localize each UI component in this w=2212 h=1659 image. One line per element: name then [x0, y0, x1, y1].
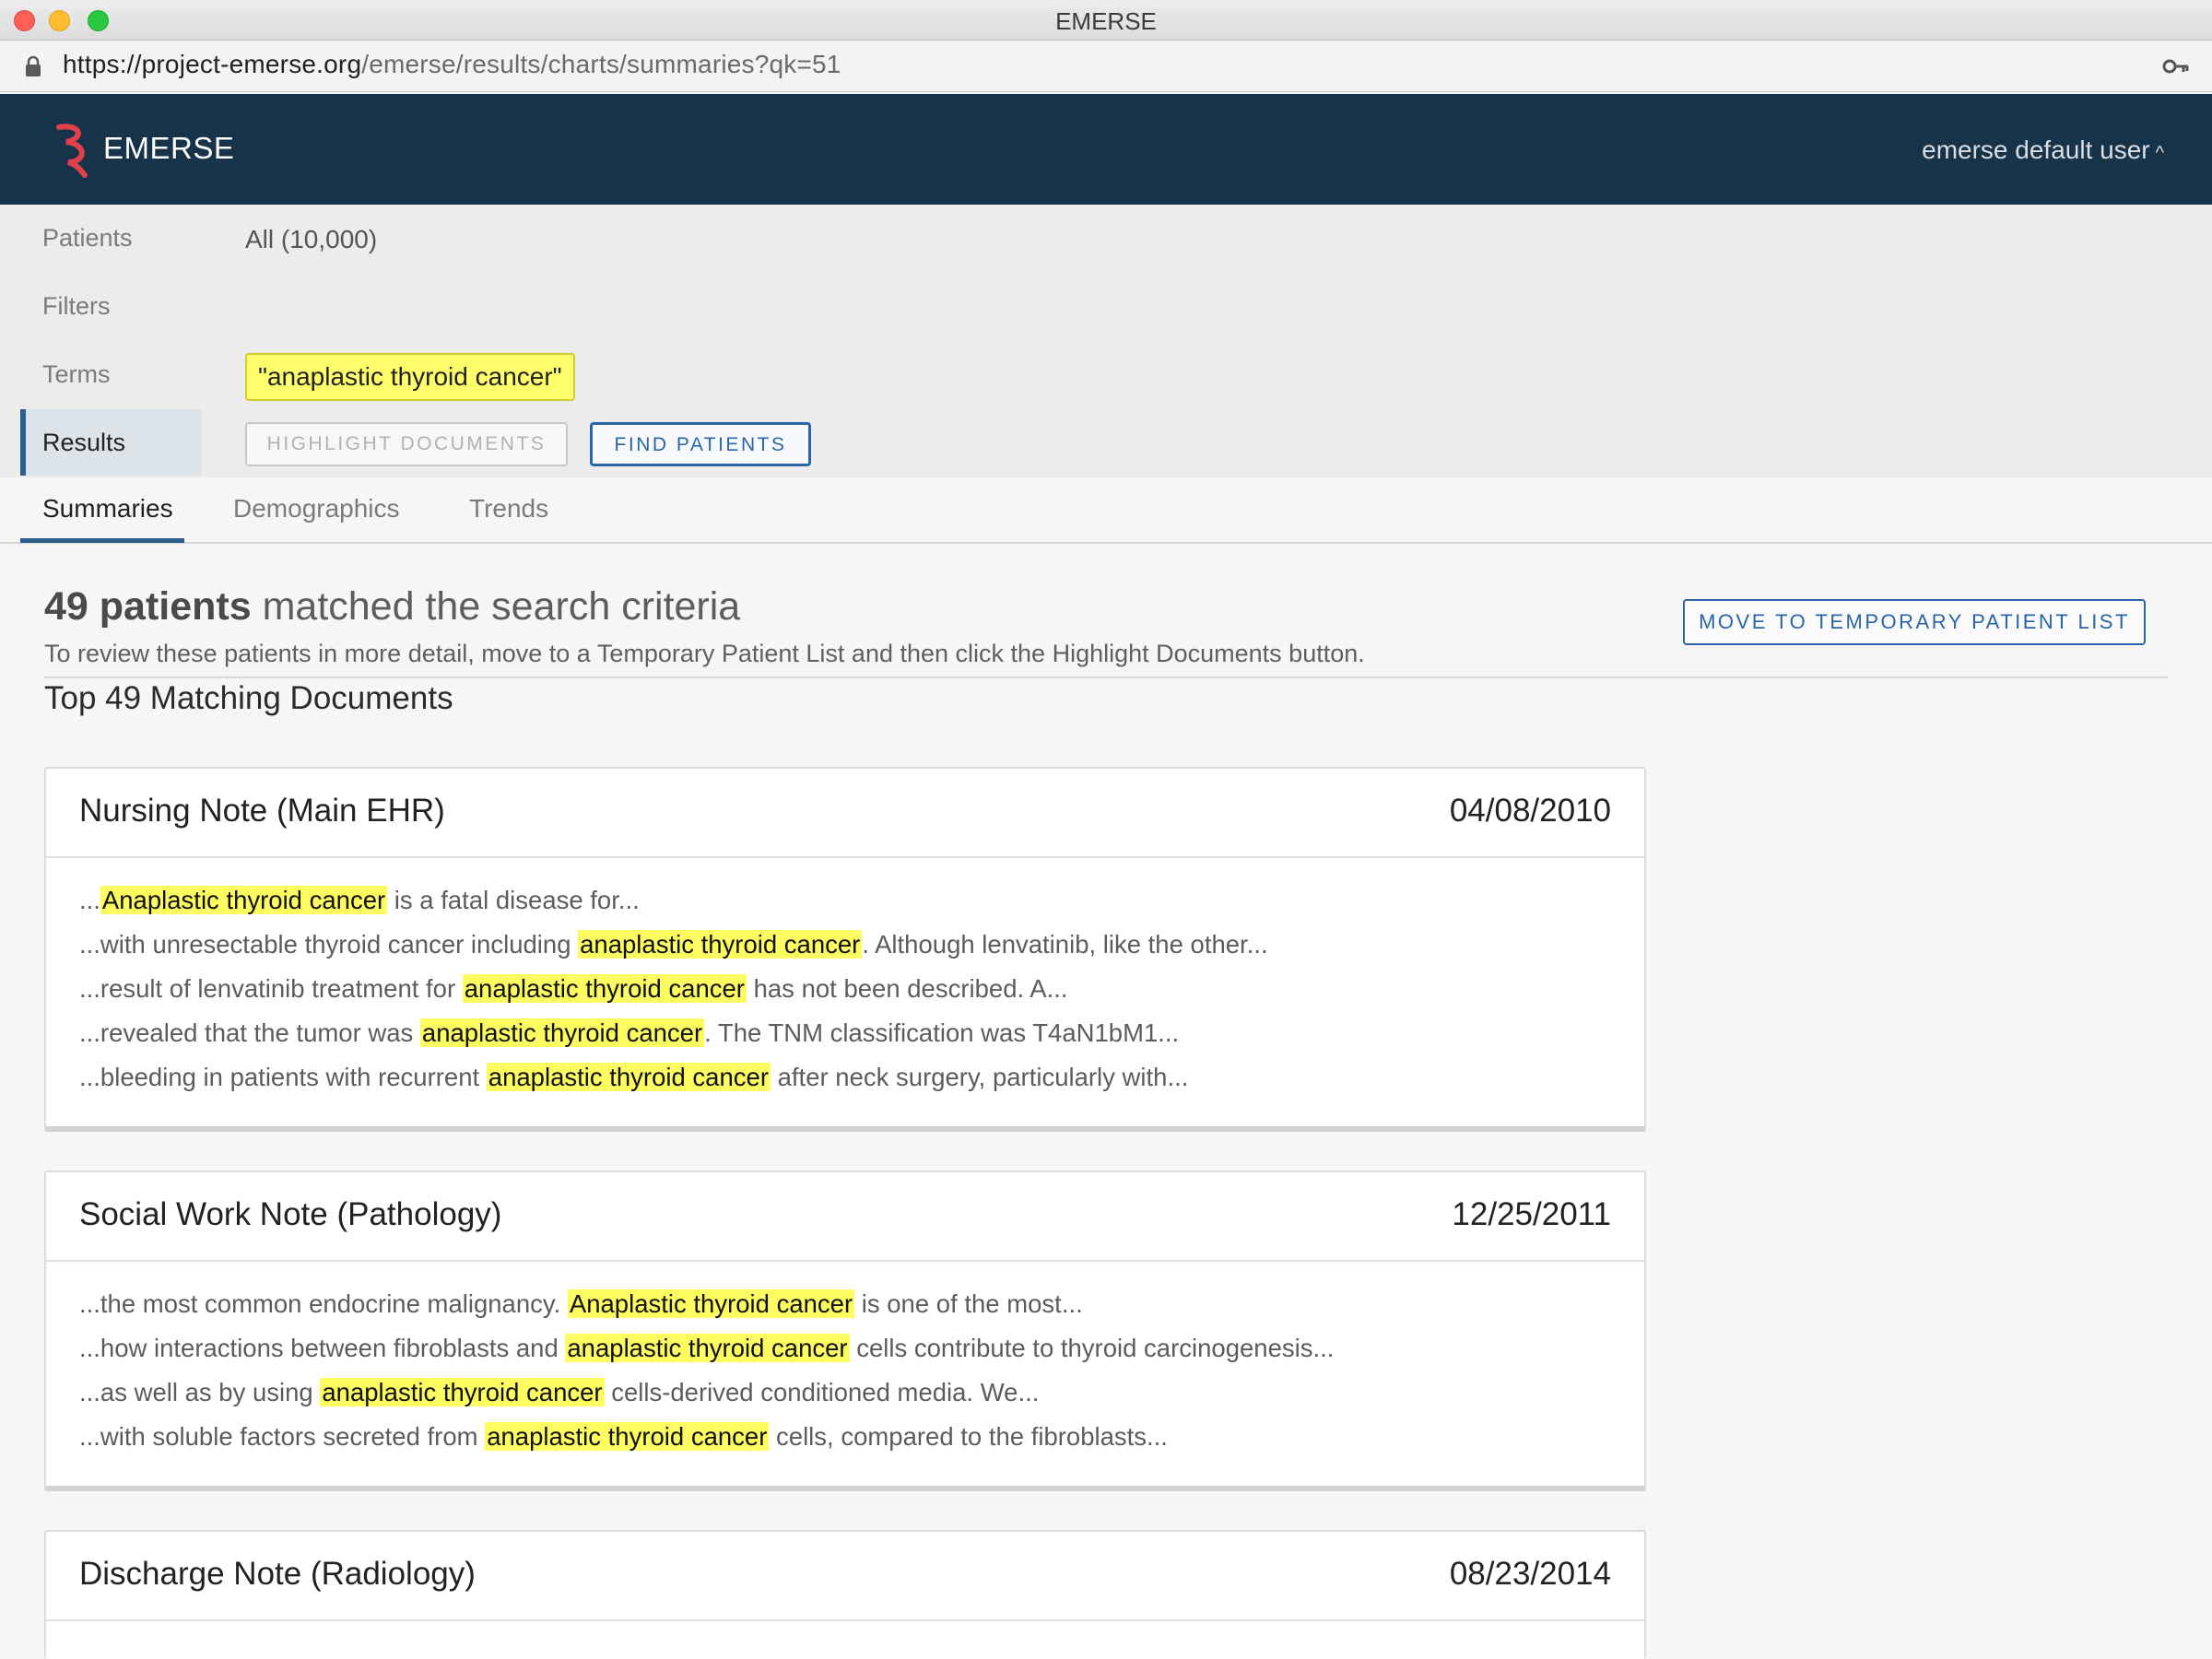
- snippet-line: ...how interactions between fibroblasts …: [79, 1330, 1611, 1374]
- document-card[interactable]: Discharge Note (Radiology) 08/23/2014: [44, 1530, 1646, 1659]
- highlighted-term: anaplastic thyroid cancer: [419, 1018, 705, 1047]
- window-title: EMERSE: [1055, 7, 1157, 35]
- snippet-line: ...with unresectable thyroid cancer incl…: [79, 926, 1611, 971]
- document-card-header: Nursing Note (Main EHR) 04/08/2010: [46, 769, 1644, 858]
- snippet-line: ...Anaplastic thyroid cancer is a fatal …: [79, 882, 1611, 926]
- result-tabs: Summaries Demographics Trends: [0, 477, 2212, 544]
- snippet-text: ...as well as by using: [79, 1378, 321, 1406]
- results-count-heading: 49 patients matched the search criteria: [44, 584, 740, 629]
- highlighted-term: anaplastic thyroid cancer: [462, 974, 747, 1003]
- chevron-up-icon: ^: [2155, 143, 2164, 163]
- highlighted-term: Anaplastic thyroid cancer: [567, 1289, 855, 1318]
- snippet-text: is one of the most...: [854, 1289, 1083, 1318]
- snippet-line: ...the most common endocrine malignancy.…: [79, 1286, 1611, 1330]
- move-to-temporary-patient-list-button[interactable]: MOVE TO TEMPORARY PATIENT LIST: [1683, 599, 2146, 645]
- tab-trends[interactable]: Trends: [469, 494, 548, 524]
- snippet-line: ...revealed that the tumor was anaplasti…: [79, 1015, 1611, 1059]
- top-documents-heading: Top 49 Matching Documents: [44, 680, 453, 716]
- user-name: emerse default user: [1922, 135, 2150, 164]
- snippet-text: cells-derived conditioned media. We...: [604, 1378, 1040, 1406]
- snippet-text: . The TNM classification was T4aN1bM1...: [704, 1018, 1180, 1047]
- document-title[interactable]: Social Work Note (Pathology): [79, 1196, 501, 1233]
- url-text[interactable]: https://project-emerse.org/emerse/result…: [63, 50, 841, 79]
- snippet-text: cells, compared to the fibroblasts...: [769, 1422, 1168, 1451]
- patients-row-label[interactable]: Patients: [20, 205, 201, 271]
- highlighted-term: anaplastic thyroid cancer: [486, 1063, 771, 1091]
- app-name[interactable]: EMERSE: [103, 131, 234, 166]
- highlighted-term: anaplastic thyroid cancer: [565, 1334, 850, 1362]
- terms-row-label[interactable]: Terms: [20, 341, 201, 407]
- document-card-header: Social Work Note (Pathology) 12/25/2011: [46, 1172, 1644, 1262]
- highlighted-term: Anaplastic thyroid cancer: [100, 886, 388, 914]
- active-tab-indicator: [20, 538, 184, 543]
- tab-demographics[interactable]: Demographics: [233, 494, 400, 524]
- document-snippets: ...Anaplastic thyroid cancer is a fatal …: [46, 858, 1644, 1103]
- divider: [44, 677, 2168, 678]
- snippet-text: ...how interactions between fibroblasts …: [79, 1334, 566, 1362]
- key-icon[interactable]: [2162, 55, 2190, 77]
- query-panel: Patients All (10,000) Filters Terms "ana…: [0, 205, 2212, 477]
- url-host: https://project-emerse.org: [63, 50, 362, 78]
- document-card[interactable]: Social Work Note (Pathology) 12/25/2011 …: [44, 1171, 1646, 1491]
- snippet-text: cells contribute to thyroid carcinogenes…: [849, 1334, 1335, 1362]
- snippet-text: after neck surgery, particularly with...: [770, 1063, 1189, 1091]
- snippet-text: ...: [79, 886, 100, 914]
- highlighted-term: anaplastic thyroid cancer: [485, 1422, 770, 1451]
- patient-count: 49 patients: [44, 584, 252, 629]
- highlight-documents-button[interactable]: HIGHLIGHT DOCUMENTS: [245, 422, 568, 466]
- search-term-chip[interactable]: "anaplastic thyroid cancer": [245, 353, 575, 401]
- tab-summaries[interactable]: Summaries: [42, 494, 173, 524]
- snippet-text: ...bleeding in patients with recurrent: [79, 1063, 487, 1091]
- url-path: /emerse/results/charts/summaries?qk=51: [361, 50, 841, 78]
- user-menu[interactable]: emerse default user ^: [1922, 135, 2164, 165]
- snippet-line: ...with soluble factors secreted from an…: [79, 1418, 1611, 1463]
- filters-row-label[interactable]: Filters: [20, 273, 201, 339]
- patients-value[interactable]: All (10,000): [245, 221, 377, 258]
- snippet-text: ...result of lenvatinib treatment for: [79, 974, 463, 1003]
- snippet-line: ...result of lenvatinib treatment for an…: [79, 971, 1611, 1015]
- document-title[interactable]: Nursing Note (Main EHR): [79, 793, 445, 830]
- document-snippets: ...the most common endocrine malignancy.…: [46, 1262, 1644, 1463]
- lock-icon: [26, 55, 41, 76]
- results-hint: To review these patients in more detail,…: [44, 640, 1365, 667]
- snippet-text: has not been described. A...: [746, 974, 1068, 1003]
- highlighted-term: anaplastic thyroid cancer: [320, 1378, 605, 1406]
- document-card[interactable]: Nursing Note (Main EHR) 04/08/2010 ...An…: [44, 767, 1646, 1132]
- document-date: 08/23/2014: [1449, 1556, 1611, 1592]
- document-date: 04/08/2010: [1449, 793, 1611, 829]
- results-row-label[interactable]: Results: [20, 409, 201, 476]
- snippet-text: ...with unresectable thyroid cancer incl…: [79, 930, 579, 959]
- find-patients-button[interactable]: FIND PATIENTS: [590, 422, 811, 466]
- emerse-logo-icon[interactable]: [53, 122, 96, 179]
- snippet-line: ...as well as by using anaplastic thyroi…: [79, 1374, 1611, 1418]
- snippet-line: ...bleeding in patients with recurrent a…: [79, 1059, 1611, 1103]
- snippet-text: ...revealed that the tumor was: [79, 1018, 420, 1047]
- snippet-text: is a fatal disease for...: [387, 886, 640, 914]
- browser-titlebar: EMERSE: [0, 0, 2212, 41]
- document-title[interactable]: Discharge Note (Radiology): [79, 1556, 476, 1593]
- document-date: 12/25/2011: [1452, 1196, 1611, 1232]
- document-card-header: Discharge Note (Radiology) 08/23/2014: [46, 1532, 1644, 1621]
- snippet-text: . Although lenvatinib, like the other...: [862, 930, 1268, 959]
- snippet-text: ...with soluble factors secreted from: [79, 1422, 486, 1451]
- address-bar[interactable]: https://project-emerse.org/emerse/result…: [0, 41, 2212, 92]
- results-count-text: matched the search criteria: [251, 584, 741, 629]
- snippet-text: ...the most common endocrine malignancy.: [79, 1289, 568, 1318]
- highlighted-term: anaplastic thyroid cancer: [578, 930, 863, 959]
- app-header: EMERSE emerse default user ^: [0, 94, 2212, 205]
